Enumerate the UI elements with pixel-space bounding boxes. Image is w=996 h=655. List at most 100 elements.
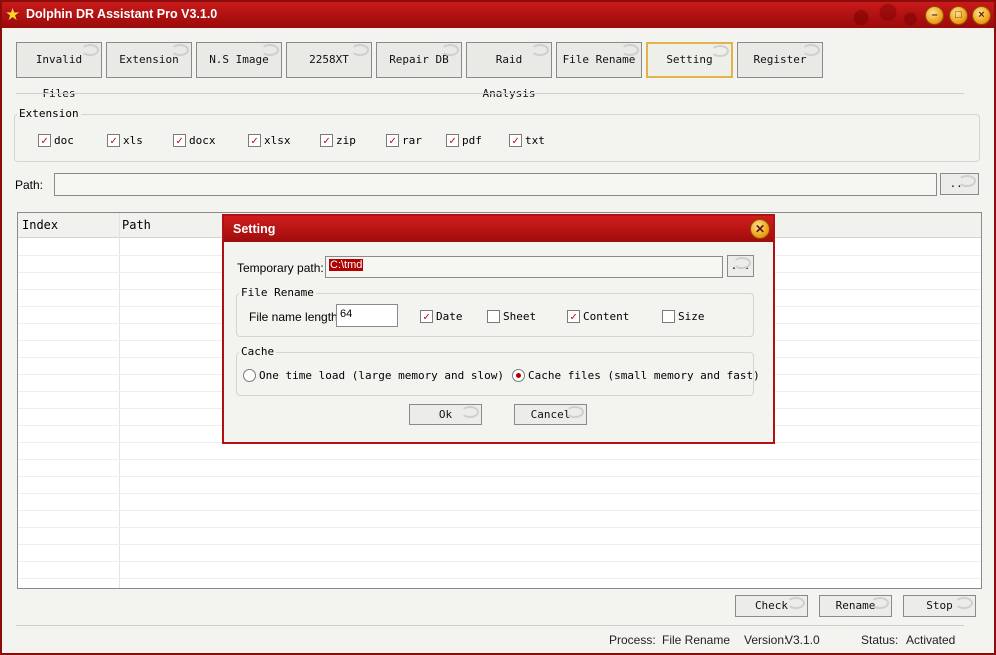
swirl-icon (621, 44, 639, 56)
swirl-icon (802, 44, 820, 56)
setting-dialog: Setting ✕ Temporary path: C:\tmd ... Fil… (222, 214, 775, 444)
ok-button[interactable]: Ok (409, 404, 482, 425)
swirl-icon (441, 44, 459, 56)
row-gridline (18, 510, 981, 511)
checkbox-label: txt (525, 134, 545, 147)
window-title: Dolphin DR Assistant Pro V3.1.0 (26, 7, 218, 21)
file-name-length-input[interactable]: 64 (336, 304, 398, 327)
checkbox-label: doc (54, 134, 74, 147)
tab-label: 2258XT (309, 53, 349, 66)
checkbox-icon: ✓ (107, 134, 120, 147)
file-name-length-label: File name length: (249, 310, 342, 324)
process-value: File Rename (662, 633, 731, 647)
button-label: Ok (438, 408, 453, 421)
radio-selected-dot (516, 373, 521, 378)
temp-path-label: Temporary path: (237, 261, 324, 275)
button-label: Stop (926, 599, 953, 612)
column-header-index[interactable]: Index (22, 218, 58, 232)
maximize-icon[interactable]: □ (949, 6, 968, 25)
cancel-button[interactable]: Cancel (514, 404, 587, 425)
tab-label: Register (753, 53, 807, 66)
status-divider (16, 625, 964, 626)
checkbox-icon: ✓ (420, 310, 433, 323)
status-label: Status: (861, 633, 899, 647)
tab-invalid-files[interactable]: Invalid Files (16, 42, 102, 100)
radio-icon (512, 369, 525, 382)
checkbox-icon: ✓ (38, 134, 51, 147)
row-gridline (18, 459, 981, 460)
checkbox-label: pdf (462, 134, 482, 147)
checkbox-label: xlsx (264, 134, 291, 147)
check-button[interactable]: Check (735, 595, 808, 617)
button-label: Rename (835, 599, 876, 612)
swirl-icon (531, 44, 549, 56)
cloud-decoration-icon (834, 2, 924, 28)
checkbox-icon: ✓ (248, 134, 261, 147)
swirl-icon (787, 597, 805, 609)
swirl-icon (261, 44, 279, 56)
swirl-icon (733, 257, 751, 269)
column-header-path[interactable]: Path (122, 218, 151, 232)
path-browse-button[interactable]: ... (940, 173, 979, 195)
swirl-icon (958, 175, 976, 187)
tab-file-rename[interactable]: File Rename (556, 42, 642, 78)
tab-label: Repair DB (389, 53, 449, 66)
row-gridline (18, 493, 981, 494)
checkbox-label: rar (402, 134, 422, 147)
checkbox-label: Content (583, 310, 630, 323)
cache-group: Cache One time load (large memory and sl… (236, 345, 760, 396)
checkbox-icon: ✓ (509, 134, 522, 147)
stop-button[interactable]: Stop (903, 595, 976, 617)
checkbox-label: xls (123, 134, 143, 147)
tab-repair-db[interactable]: Repair DB (376, 42, 462, 78)
divider (16, 93, 964, 94)
tab-register[interactable]: Register (737, 42, 823, 78)
rename-button[interactable]: Rename (819, 595, 892, 617)
tab-2258xt[interactable]: 2258XT (286, 42, 372, 78)
swirl-icon (351, 44, 369, 56)
row-gridline (18, 544, 981, 545)
checkbox-icon: ✓ (446, 134, 459, 147)
minimize-icon[interactable]: – (925, 6, 944, 25)
version-value: V3.1.0 (785, 633, 820, 647)
title-bar[interactable]: ★ Dolphin DR Assistant Pro V3.1.0 – □ × (2, 2, 994, 28)
path-label: Path: (15, 178, 44, 192)
file-rename-group: File Rename File name length: 64 ✓ Date S… (236, 286, 754, 337)
swirl-icon (461, 406, 479, 418)
temp-path-browse-button[interactable]: ... (727, 255, 754, 277)
radio-icon (243, 369, 256, 382)
tab-raid-analysis[interactable]: Raid Analysis (466, 42, 552, 100)
swirl-icon (566, 406, 584, 418)
dialog-close-icon[interactable]: ✕ (750, 219, 770, 239)
swirl-icon (711, 45, 729, 57)
checkbox-icon: ✓ (320, 134, 333, 147)
swirl-icon (871, 597, 889, 609)
row-gridline (18, 561, 981, 562)
column-separator (119, 213, 120, 588)
tab-setting[interactable]: Setting (646, 42, 733, 78)
checkbox-label: Size (678, 310, 705, 323)
dialog-body: Temporary path: C:\tmd ... File Rename F… (224, 242, 773, 442)
extension-group-title: Extension (17, 107, 81, 120)
extension-group: Extension ✓ doc ✓ xls ✓ docx ✓ xlsx ✓ zip ✓ ra… (14, 107, 980, 162)
checkbox-icon (662, 310, 675, 323)
app-star-icon: ★ (5, 5, 21, 24)
row-gridline (18, 578, 981, 579)
tab-extension[interactable]: Extension (106, 42, 192, 78)
status-value: Activated (906, 633, 956, 647)
path-input[interactable] (54, 173, 937, 196)
file-rename-group-title: File Rename (239, 286, 316, 299)
dialog-title-bar[interactable]: Setting ✕ (224, 216, 773, 242)
tab-ns-image[interactable]: N.S Image (196, 42, 282, 78)
checkbox-label: docx (189, 134, 216, 147)
checkbox-icon: ✓ (567, 310, 580, 323)
temp-path-input[interactable]: C:\tmd (325, 256, 723, 278)
dialog-title: Setting (233, 222, 276, 236)
button-label: Check (754, 599, 789, 612)
checkbox-icon: ✓ (173, 134, 186, 147)
swirl-icon (955, 597, 973, 609)
swirl-icon (81, 44, 99, 56)
close-icon[interactable]: × (972, 6, 991, 25)
checkbox-icon: ✓ (386, 134, 399, 147)
checkbox-label: Date (436, 310, 463, 323)
